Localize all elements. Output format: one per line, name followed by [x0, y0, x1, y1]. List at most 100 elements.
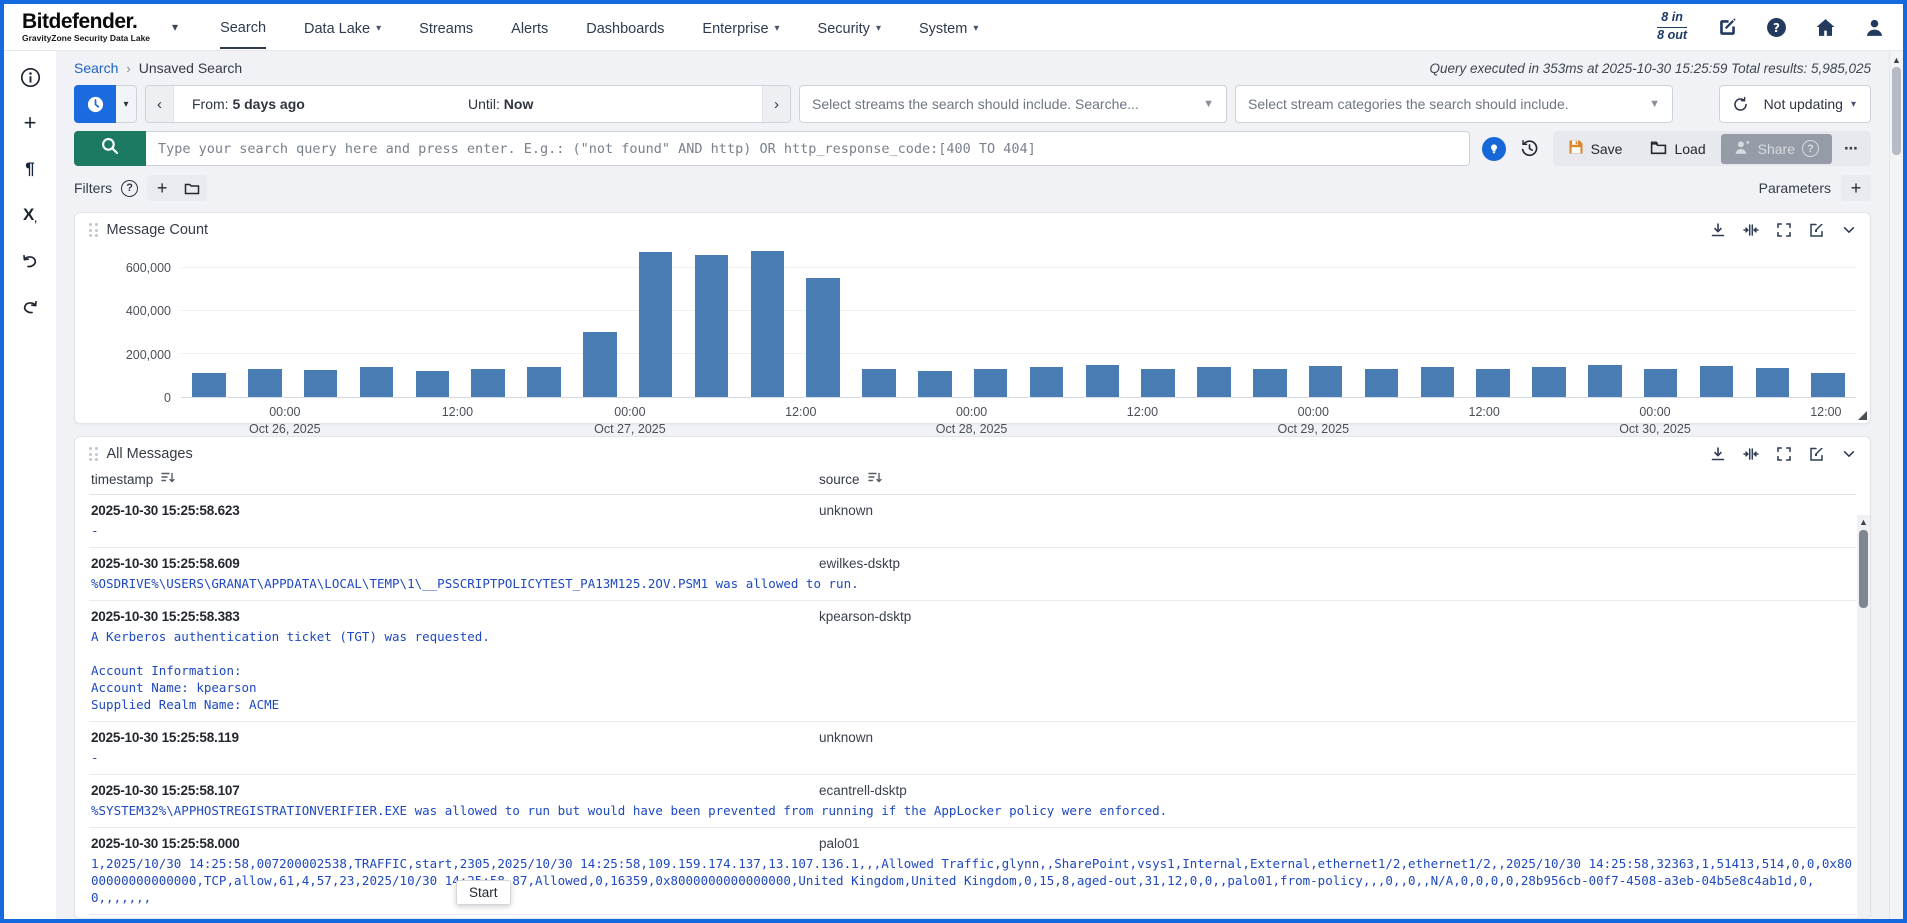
breadcrumb-search-link[interactable]: Search	[74, 60, 118, 76]
fullscreen-icon[interactable]	[1776, 222, 1792, 238]
paragraph-icon[interactable]: ¶	[18, 157, 42, 181]
redo-icon[interactable]	[18, 295, 42, 319]
drag-handle-icon[interactable]	[89, 223, 98, 237]
nav-item-dashboards[interactable]: Dashboards	[586, 6, 664, 49]
nav-item-system[interactable]: System▾	[919, 6, 978, 49]
nav-item-alerts[interactable]: Alerts	[511, 6, 548, 49]
streams-select[interactable]: Select streams the search should include…	[799, 85, 1227, 123]
add-filter-button[interactable]: +	[147, 175, 177, 201]
message-text: -	[91, 749, 1854, 766]
breadcrumb: Search › Unsaved Search Query executed i…	[56, 51, 1889, 81]
nav-item-label: System	[919, 21, 967, 37]
left-sidebar: + ¶ X,	[4, 51, 56, 919]
message-timestamp: 2025-10-30 15:25:58.000	[91, 835, 819, 852]
share-button[interactable]: Share ?	[1721, 134, 1832, 164]
main-content: Search › Unsaved Search Query executed i…	[56, 51, 1903, 919]
table-row[interactable]: 2025-10-30 15:25:58.107ecantrell-dsktp%S…	[89, 775, 1856, 828]
save-button[interactable]: Save	[1555, 134, 1636, 163]
timerange-dropdown-caret[interactable]: ▾	[116, 85, 137, 123]
scroll-up-icon[interactable]: ▲	[1857, 517, 1870, 527]
chart-bar	[695, 255, 729, 397]
chevron-down-icon: ▾	[376, 23, 381, 34]
search-button[interactable]	[74, 131, 146, 166]
user-icon[interactable]	[1864, 17, 1885, 38]
throughput-indicator[interactable]: 8 in 8 out	[1657, 10, 1687, 43]
edit-icon[interactable]	[1717, 17, 1738, 38]
chevron-right-icon[interactable]: ›	[762, 86, 790, 122]
load-button[interactable]: Load	[1637, 134, 1718, 164]
scrollbar-thumb[interactable]	[1859, 530, 1868, 608]
resize-handle[interactable]	[1858, 411, 1867, 420]
add-icon[interactable]: +	[18, 111, 42, 135]
refresh-icon[interactable]	[1720, 86, 1762, 122]
scrollbar-thumb[interactable]	[1892, 67, 1901, 155]
timerange-from[interactable]: From: 5 days ago	[192, 96, 468, 112]
scroll-up-icon[interactable]: ▲	[1890, 55, 1903, 65]
nav-item-security[interactable]: Security▾	[818, 6, 881, 49]
widget-toolbar	[1710, 222, 1856, 238]
chevron-down-icon[interactable]	[1842, 447, 1856, 461]
column-header-timestamp[interactable]: timestamp	[91, 471, 819, 487]
refresh-interval-button[interactable]: Not updating▾	[1762, 96, 1870, 112]
navbar-right: 8 in 8 out ?	[1657, 10, 1885, 43]
download-icon[interactable]	[1710, 222, 1726, 238]
history-icon[interactable]	[1520, 131, 1539, 166]
message-text: 1,2025/10/30 14:25:58,007200002538,TRAFF…	[91, 855, 1854, 906]
streams-select-placeholder: Select streams the search should include…	[812, 96, 1139, 112]
home-icon[interactable]	[1815, 17, 1836, 38]
compress-icon[interactable]	[1743, 446, 1759, 462]
info-icon[interactable]	[18, 65, 42, 89]
more-icon[interactable]: ⋯	[1834, 135, 1869, 162]
message-count-widget: Message Count 0200,000400,000600,000	[74, 212, 1871, 424]
add-parameter-button[interactable]: +	[1841, 175, 1871, 201]
nav-item-search[interactable]: Search	[220, 6, 266, 49]
brand-logo[interactable]: Bitdefender. GravityZone Security Data L…	[22, 11, 150, 43]
chart-y-axis: 0200,000400,000600,000	[89, 246, 181, 398]
help-icon[interactable]: ?	[1766, 17, 1787, 38]
message-source: unknown	[819, 502, 873, 519]
hint-icon[interactable]	[1482, 137, 1506, 161]
help-icon[interactable]: ?	[121, 180, 138, 197]
column-header-source[interactable]: source	[819, 471, 882, 487]
edit-icon[interactable]	[1809, 446, 1825, 462]
filters-row: Filters ? + Parameters +	[56, 166, 1889, 208]
message-count-chart: 0200,000400,000600,000 00:00Oct 26, 2025…	[89, 246, 1856, 436]
chevron-down-icon: ▼	[1639, 98, 1660, 110]
chevron-down-icon[interactable]	[1842, 223, 1856, 237]
chevron-down-icon[interactable]: ▾	[172, 20, 178, 34]
fullscreen-icon[interactable]	[1776, 446, 1792, 462]
message-source: ewilkes-dsktp	[819, 555, 900, 572]
nav-item-streams[interactable]: Streams	[419, 6, 473, 49]
chart-bar	[1086, 365, 1120, 397]
chart-bar	[806, 278, 840, 397]
compress-icon[interactable]	[1743, 222, 1759, 238]
formatting-icon[interactable]: X,	[18, 203, 42, 227]
table-row[interactable]: 2025-10-30 15:25:58.383kpearson-dsktpA K…	[89, 601, 1856, 722]
sort-icon[interactable]	[868, 471, 882, 487]
sort-icon[interactable]	[161, 471, 175, 487]
timerange-until[interactable]: Until: Now	[468, 96, 744, 112]
chart-bar	[1197, 367, 1231, 397]
undo-icon[interactable]	[18, 249, 42, 273]
save-icon	[1568, 139, 1584, 158]
table-row[interactable]: 2025-10-30 15:25:58.623unknown-	[89, 495, 1856, 548]
stream-categories-select[interactable]: Select stream categories the search shou…	[1235, 85, 1673, 123]
table-row[interactable]: 2025-10-30 15:25:58.000palo01 1,2025/10/3…	[89, 828, 1856, 915]
clock-icon[interactable]	[74, 85, 116, 123]
parameters-label: Parameters	[1759, 180, 1831, 196]
drag-handle-icon[interactable]	[89, 447, 98, 461]
chevron-down-icon: ▾	[1851, 99, 1856, 110]
table-row[interactable]: 2025-10-30 15:25:58.119unknown-	[89, 722, 1856, 775]
chart-x-axis: 00:00Oct 26, 202512:0000:00Oct 27, 20251…	[181, 398, 1856, 436]
nav-item-data-lake[interactable]: Data Lake▾	[304, 6, 381, 49]
message-source: palo01	[819, 835, 860, 852]
search-query-input[interactable]	[146, 131, 1470, 166]
chart-bar	[862, 369, 896, 397]
folder-icon[interactable]	[177, 175, 207, 201]
edit-icon[interactable]	[1809, 222, 1825, 238]
download-icon[interactable]	[1710, 446, 1726, 462]
table-row[interactable]: 2025-10-30 15:25:58.000palo011,2025/10/3…	[89, 915, 1856, 918]
table-row[interactable]: 2025-10-30 15:25:58.609ewilkes-dsktp%OSD…	[89, 548, 1856, 601]
chevron-left-icon[interactable]: ‹	[146, 86, 174, 122]
nav-item-enterprise[interactable]: Enterprise▾	[702, 6, 779, 49]
